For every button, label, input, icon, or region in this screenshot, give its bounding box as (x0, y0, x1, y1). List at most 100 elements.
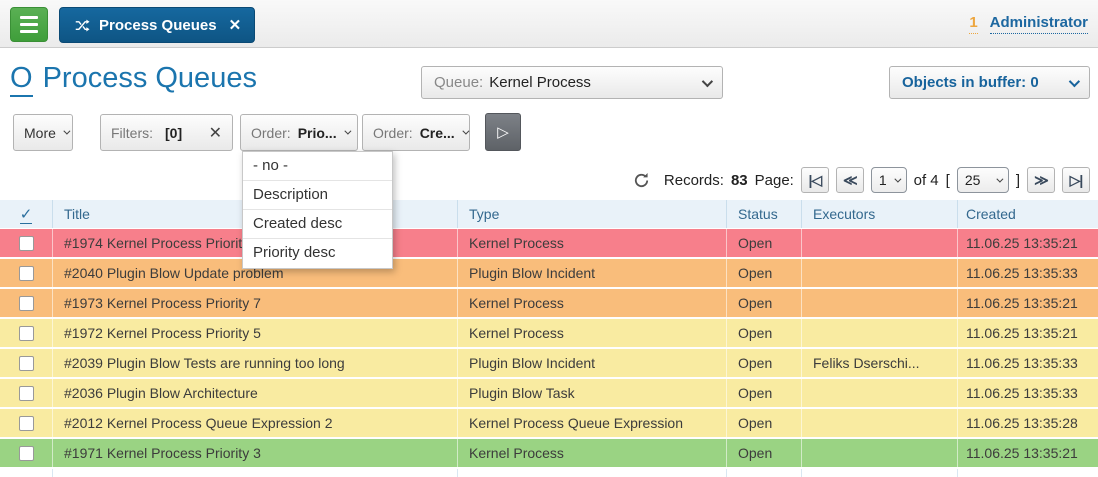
order-dropdown-item[interactable]: - no - (243, 152, 392, 181)
shuffle-icon (73, 18, 91, 33)
refresh-icon[interactable] (633, 172, 650, 189)
column-header-status[interactable]: Status (727, 200, 802, 228)
row-checkbox-cell (0, 259, 53, 287)
chevron-down-icon (344, 128, 351, 135)
column-header-executors[interactable]: Executors (802, 200, 958, 228)
page-of-label: of 4 (914, 172, 939, 189)
order-priority-select[interactable]: Order: Prio... (240, 114, 358, 151)
row-checkbox-cell (0, 289, 53, 317)
buffer-label: Objects in buffer: 0 (902, 74, 1039, 91)
select-all-link[interactable]: ✓ (20, 205, 33, 224)
chevron-down-icon (63, 128, 70, 135)
table-row[interactable]: #2036 Plugin Blow ArchitecturePlugin Blo… (0, 379, 1098, 407)
chevron-down-icon (894, 175, 901, 182)
first-page-button[interactable]: |◁ (801, 167, 829, 193)
row-checkbox[interactable] (19, 236, 34, 251)
order1-value: Prio... (298, 125, 337, 141)
prev-page-button[interactable]: ≪ (836, 167, 864, 193)
hamburger-icon (20, 16, 38, 19)
order-dropdown-item[interactable]: Priority desc (243, 239, 392, 268)
cell-executors (802, 409, 958, 437)
chevron-down-icon (1069, 75, 1080, 86)
row-checkbox[interactable] (19, 326, 34, 341)
chevron-down-icon (702, 75, 713, 86)
cell-type: Kernel Process Queue Expression (458, 409, 727, 437)
partial-next-row (0, 469, 1098, 477)
user-menu[interactable]: Administrator (990, 14, 1088, 34)
tab-close-icon[interactable]: ✕ (229, 16, 242, 34)
more-button[interactable]: More (13, 114, 73, 151)
row-checkbox-cell (0, 379, 53, 407)
cell-executors (802, 319, 958, 347)
cell-created: 11.06.25 13:35:21 (958, 289, 1098, 317)
tab-label: Process Queues (99, 17, 217, 34)
column-header-type[interactable]: Type (458, 200, 727, 228)
cell-type: Kernel Process (458, 319, 727, 347)
row-checkbox-cell (0, 349, 53, 377)
order-dropdown-item[interactable]: Created desc (243, 210, 392, 239)
next-page-button[interactable]: ≫ (1027, 167, 1055, 193)
row-checkbox-cell (0, 229, 53, 257)
last-page-button[interactable]: ▷| (1062, 167, 1090, 193)
cell-created: 11.06.25 13:35:21 (958, 439, 1098, 467)
page-title: O Process Queues (10, 62, 257, 97)
page-number-value: 1 (879, 172, 887, 188)
cell-created: 11.06.25 13:35:21 (958, 319, 1098, 347)
table-row[interactable]: #1971 Kernel Process Priority 3Kernel Pr… (0, 439, 1098, 467)
bracket-open: [ (946, 172, 950, 189)
cell-type: Kernel Process (458, 289, 727, 317)
cell-title: #2012 Kernel Process Queue Expression 2 (53, 409, 458, 437)
chevron-down-icon (462, 128, 469, 135)
table-row[interactable]: #1974 Kernel Process PriorityKernel Proc… (0, 229, 1098, 257)
cell-type: Plugin Blow Incident (458, 349, 727, 377)
cell-status: Open (727, 319, 802, 347)
cell-title: #2036 Plugin Blow Architecture (53, 379, 458, 407)
row-checkbox-cell (0, 409, 53, 437)
cell-status: Open (727, 259, 802, 287)
row-checkbox[interactable] (19, 266, 34, 281)
cell-title: #1971 Kernel Process Priority 3 (53, 439, 458, 467)
more-label: More (24, 125, 56, 141)
table-row[interactable]: #1973 Kernel Process Priority 7Kernel Pr… (0, 289, 1098, 317)
order-dropdown-item[interactable]: Description (243, 181, 392, 210)
records-label: Records: (664, 172, 724, 189)
cell-title: #1973 Kernel Process Priority 7 (53, 289, 458, 317)
object-type-link[interactable]: O (10, 62, 33, 97)
play-icon: ▷ (497, 123, 509, 141)
column-header-created[interactable]: Created (958, 200, 1098, 228)
filters-button[interactable]: Filters: [0] ✕ (100, 114, 233, 151)
run-button[interactable]: ▷ (485, 113, 521, 151)
select-all-cell: ✓ (0, 200, 53, 228)
row-checkbox[interactable] (19, 446, 34, 461)
notification-count[interactable]: 1 (969, 14, 977, 34)
row-checkbox[interactable] (19, 386, 34, 401)
page-title-text: Process Queues (43, 62, 257, 97)
tab-process-queues[interactable]: Process Queues ✕ (59, 7, 255, 43)
table-row[interactable]: #1972 Kernel Process Priority 5Kernel Pr… (0, 319, 1098, 347)
user-area: 1 Administrator (969, 14, 1088, 34)
cell-executors: Feliks Dserschi... (802, 349, 958, 377)
queue-select[interactable]: Queue: Kernel Process (421, 66, 723, 99)
table-row[interactable]: #2040 Plugin Blow Update problemPlugin B… (0, 259, 1098, 287)
objects-in-buffer-select[interactable]: Objects in buffer: 0 (889, 66, 1090, 99)
cell-created: 11.06.25 13:35:33 (958, 259, 1098, 287)
table-header: ✓ Title Type Status Executors Created (0, 200, 1098, 229)
cell-status: Open (727, 229, 802, 257)
table-row[interactable]: #2012 Kernel Process Queue Expression 2K… (0, 409, 1098, 437)
cell-created: 11.06.25 13:35:28 (958, 409, 1098, 437)
row-checkbox[interactable] (19, 296, 34, 311)
cell-executors (802, 259, 958, 287)
order-created-select[interactable]: Order: Cre... (362, 114, 470, 151)
table-row[interactable]: #2039 Plugin Blow Tests are running too … (0, 349, 1098, 377)
page-size-select[interactable]: 25 (957, 167, 1009, 193)
row-checkbox[interactable] (19, 416, 34, 431)
queue-select-label: Queue: (434, 74, 483, 91)
clear-filters-icon[interactable]: ✕ (209, 123, 222, 143)
cell-title: #1972 Kernel Process Priority 5 (53, 319, 458, 347)
cell-status: Open (727, 289, 802, 317)
main-menu-button[interactable] (10, 7, 48, 42)
order-dropdown: - no -DescriptionCreated descPriority de… (242, 151, 393, 269)
page-number-select[interactable]: 1 (871, 167, 907, 193)
cell-executors (802, 379, 958, 407)
row-checkbox[interactable] (19, 356, 34, 371)
